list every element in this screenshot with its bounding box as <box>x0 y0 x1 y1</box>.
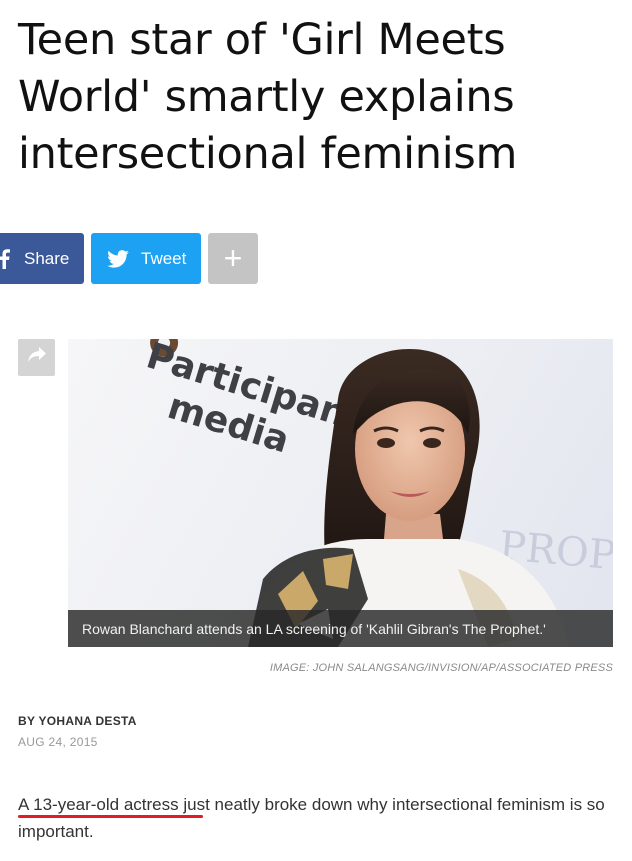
facebook-icon <box>0 248 18 269</box>
photo-caption: Rowan Blanchard attends an LA screening … <box>68 610 613 647</box>
facebook-share-button[interactable]: Share <box>0 233 84 284</box>
photo-caption-text: Rowan Blanchard attends an LA screening … <box>82 620 546 637</box>
twitter-tweet-label: Tweet <box>141 248 187 268</box>
plus-icon: + <box>223 240 243 276</box>
twitter-tweet-button[interactable]: Tweet <box>91 233 201 284</box>
article-headline: Teen star of 'Girl Meets World' smartly … <box>18 15 518 179</box>
share-arrow-icon <box>27 346 47 369</box>
facebook-share-label: Share <box>24 248 70 268</box>
photo-illustration: Participant media PROPHE <box>142 339 613 647</box>
publish-date: AUG 24, 2015 <box>18 735 98 749</box>
share-arrow-button[interactable] <box>18 339 55 376</box>
twitter-icon <box>107 249 131 268</box>
lead-paragraph: A 13-year-old actress just neatly broke … <box>18 795 605 841</box>
more-share-button[interactable]: + <box>208 233 258 284</box>
highlight-underline <box>18 815 203 818</box>
photo-credit: IMAGE: JOHN SALANGSANG/INVISION/AP/ASSOC… <box>269 662 613 674</box>
article-photo: Participant media PROPHE Rowan Blanchard… <box>68 339 613 647</box>
author-byline[interactable]: BY YOHANA DESTA <box>18 714 137 728</box>
